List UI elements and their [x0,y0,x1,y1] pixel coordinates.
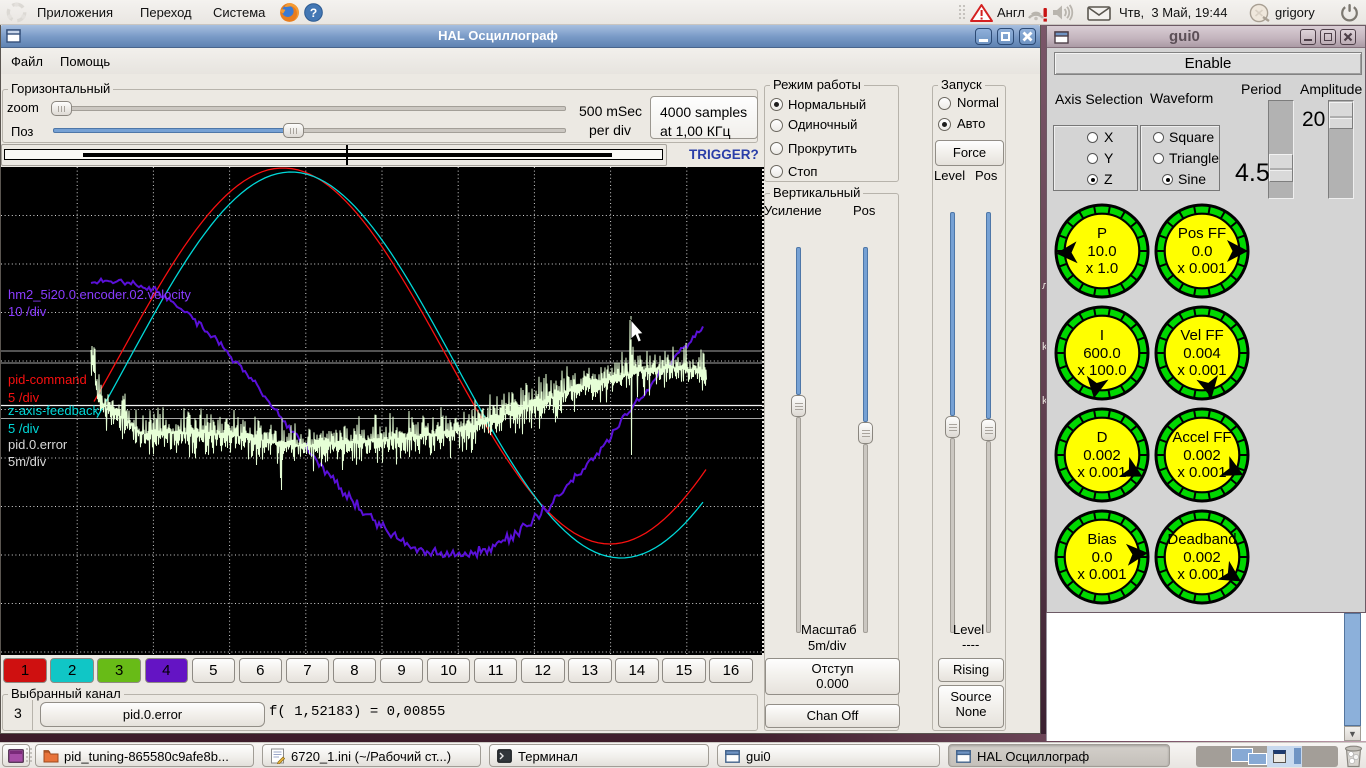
svg-text:600.0: 600.0 [1083,345,1121,362]
svg-text:x 0.001: x 0.001 [1177,260,1226,277]
svg-text:0.004: 0.004 [1183,345,1221,362]
svg-text:Deadband: Deadband [1167,531,1236,548]
svg-text:x 0.001: x 0.001 [1077,566,1126,583]
svg-text:0.002: 0.002 [1083,447,1121,464]
svg-text:x 0.001: x 0.001 [1077,464,1126,481]
svg-text:10.0: 10.0 [1087,243,1116,260]
svg-text:x 0.001: x 0.001 [1177,464,1226,481]
svg-text:Accel FF: Accel FF [1172,429,1231,446]
svg-text:x 0.001: x 0.001 [1177,566,1226,583]
svg-text:?: ? [310,6,317,20]
svg-text:x 1.0: x 1.0 [1086,260,1119,277]
svg-text:I: I [1100,327,1104,344]
svg-text:Bias: Bias [1087,531,1116,548]
svg-text:0.0: 0.0 [1092,549,1113,566]
svg-text:x 0.001: x 0.001 [1177,362,1226,379]
svg-text:Pos FF: Pos FF [1178,225,1226,242]
svg-text:P: P [1097,225,1107,242]
svg-text:Vel FF: Vel FF [1180,327,1223,344]
svg-text:0.002: 0.002 [1183,447,1221,464]
svg-text:x 100.0: x 100.0 [1077,362,1126,379]
svg-text:D: D [1097,429,1108,446]
svg-text:0.0: 0.0 [1192,243,1213,260]
svg-text:0.002: 0.002 [1183,549,1221,566]
